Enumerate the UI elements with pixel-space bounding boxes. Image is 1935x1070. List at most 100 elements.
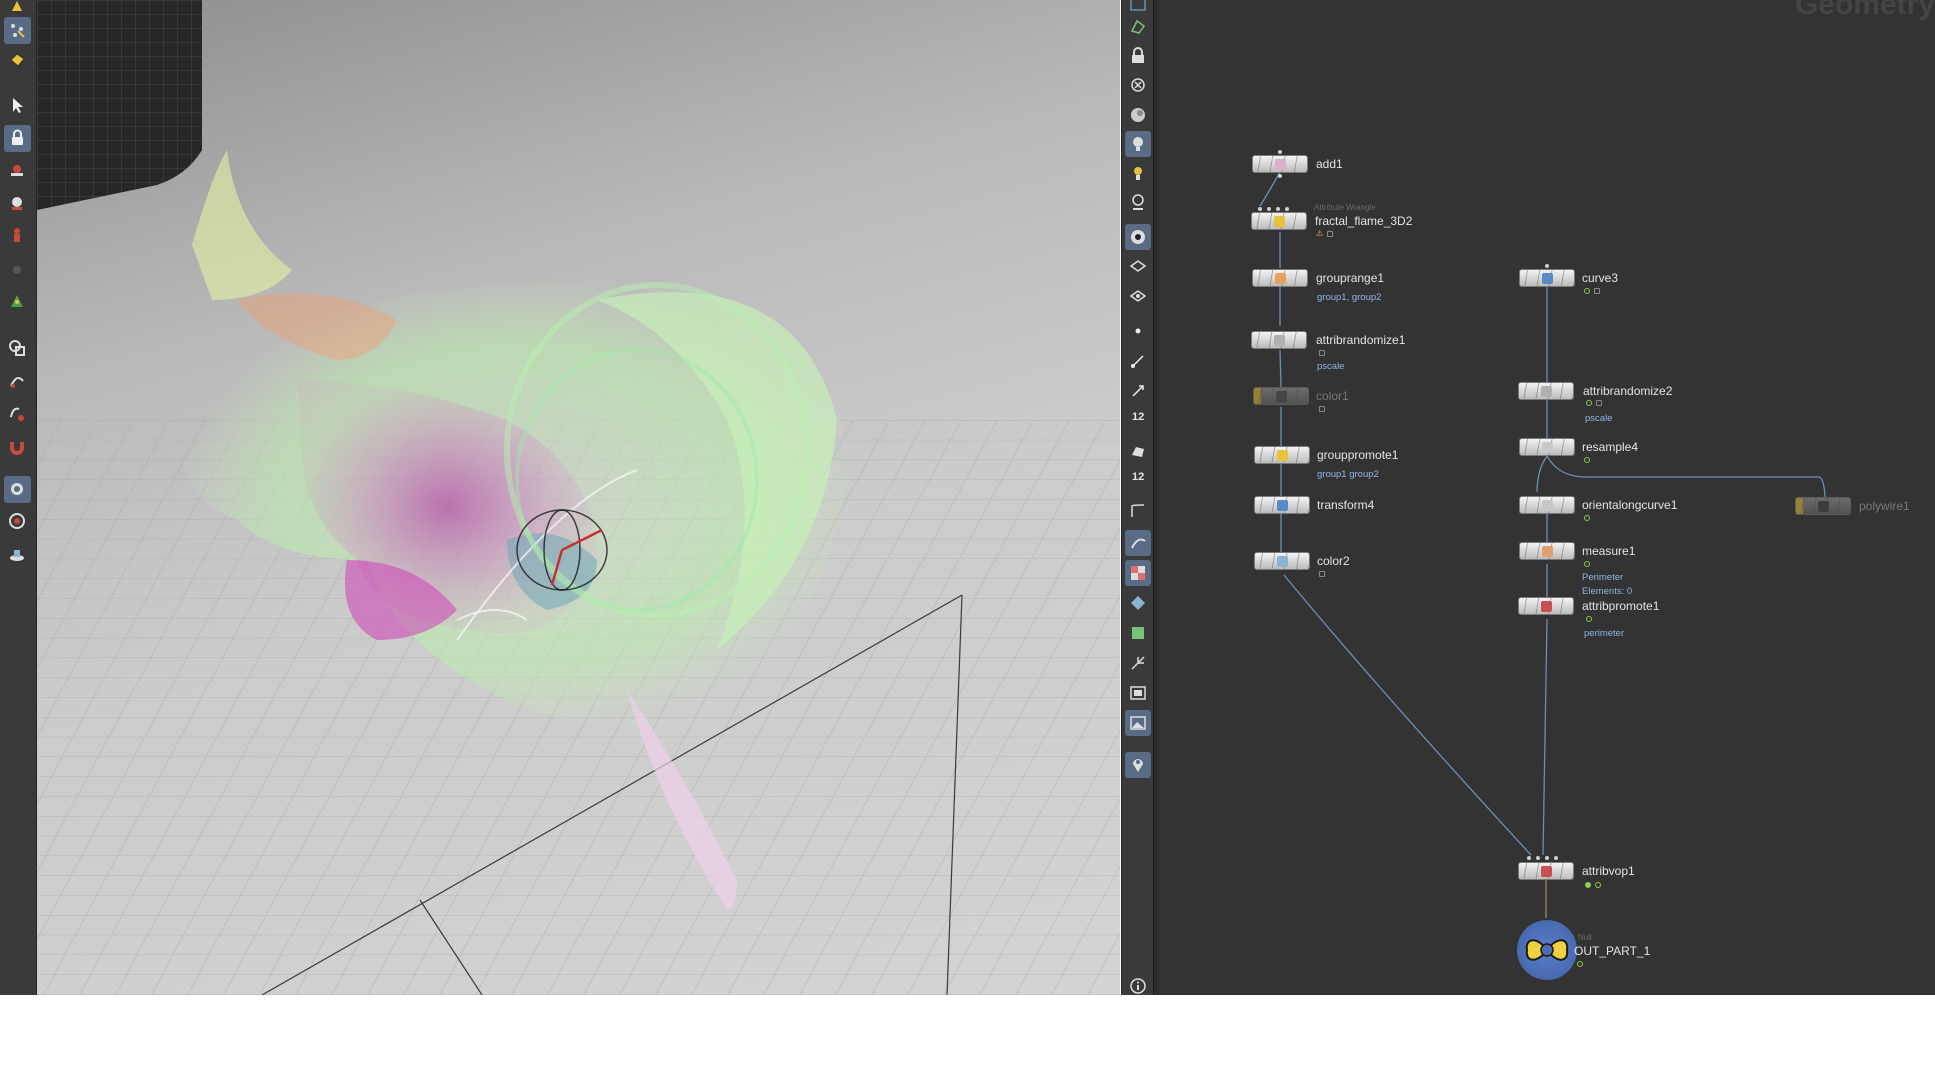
lock-icon [1319, 406, 1325, 412]
node-resample4[interactable] [1519, 438, 1575, 456]
node-type-label: Null [1578, 933, 1592, 942]
diamond-icon[interactable] [1125, 590, 1151, 616]
node-polywire1[interactable] [1795, 497, 1851, 515]
node-comment: Elements: 0 [1582, 586, 1633, 597]
select-arrow-icon[interactable] [4, 92, 31, 119]
node-label: measure1 [1582, 544, 1636, 558]
node-comment: Perimeter [1582, 572, 1624, 583]
node-label: grouppromote1 [1317, 448, 1399, 462]
ghost-icon[interactable] [1125, 102, 1151, 128]
lock-camera-icon[interactable] [1125, 43, 1151, 69]
bulb-icon[interactable] [1125, 160, 1151, 186]
status-ring-icon [1584, 457, 1590, 463]
node-comment: pscale [1585, 413, 1613, 424]
node-type-label: Attribute Wrangle [1314, 203, 1376, 212]
node-label: add1 [1316, 157, 1343, 171]
brush-tool-icon[interactable] [4, 368, 31, 395]
lock-icon [1319, 571, 1325, 577]
axis-icon[interactable] [1125, 650, 1151, 676]
lock-icon [1594, 288, 1600, 294]
lock-selection-icon[interactable] [4, 125, 31, 152]
checker-icon[interactable] [1125, 560, 1151, 586]
pin-icon[interactable] [1125, 752, 1151, 778]
background-grid-plane [37, 0, 202, 210]
uv-icon[interactable] [1125, 620, 1151, 646]
lock-icon [1319, 350, 1325, 356]
node-fractal-flame-3d2[interactable] [1251, 212, 1307, 230]
view-tool-icon[interactable] [4, 190, 31, 217]
tumble-tool-icon[interactable] [4, 288, 31, 315]
node-color1[interactable] [1253, 387, 1309, 405]
shaded-icon[interactable] [1125, 14, 1151, 40]
node-measure1[interactable] [1519, 542, 1575, 560]
network-editor[interactable]: Geometry add1 Attribute Wrangle fractal_… [1159, 0, 1935, 995]
lock-icon [1327, 231, 1333, 237]
node-label: grouprange1 [1316, 271, 1385, 285]
node-grouppromote1[interactable] [1254, 446, 1310, 464]
point-display-icon[interactable] [1125, 318, 1151, 344]
status-ring-icon [1595, 882, 1601, 888]
prim-display-icon[interactable] [1125, 438, 1151, 464]
status-ring-icon [1577, 961, 1583, 967]
scene-viewport[interactable] [37, 0, 1120, 995]
node-attribpromote1[interactable] [1518, 597, 1574, 615]
node-label: transform4 [1317, 498, 1375, 512]
node-attribrandomize2[interactable] [1518, 382, 1574, 400]
node-label: attribpromote1 [1582, 599, 1660, 613]
node-out-part-1[interactable] [1517, 920, 1577, 980]
normal-display-icon[interactable] [1125, 348, 1151, 374]
node-label: attribrandomize1 [1316, 333, 1406, 347]
node-label: OUT_PART_1 [1574, 944, 1651, 958]
display-options-icon[interactable] [1125, 253, 1151, 279]
angle-icon[interactable] [1125, 498, 1151, 524]
status-ring-icon [1586, 400, 1592, 406]
node-curve3[interactable] [1519, 269, 1575, 287]
status-ring-icon [1586, 616, 1592, 622]
frame-icon[interactable] [1125, 680, 1151, 706]
camera-icon[interactable] [4, 476, 31, 503]
node-comment: group1 group2 [1317, 469, 1379, 480]
left-toolbar [0, 0, 37, 995]
close-view-icon[interactable] [1125, 72, 1151, 98]
lamp-icon[interactable] [4, 541, 31, 568]
node-label: orientalongcurve1 [1582, 498, 1678, 512]
grid-snap-icon[interactable] [4, 508, 31, 535]
node-label: attribvop1 [1582, 864, 1635, 878]
node-transform4[interactable] [1254, 496, 1310, 514]
display-toolbar: 12 12 [1121, 0, 1154, 995]
headlight-icon[interactable] [1125, 189, 1151, 215]
node-attribvop1[interactable] [1518, 862, 1574, 880]
node-comment: group1, group2 [1317, 292, 1382, 303]
dim-tool-icon[interactable] [4, 257, 31, 284]
snap-tool-icon[interactable] [4, 222, 31, 249]
image-icon[interactable] [1125, 710, 1151, 736]
node-comment: pscale [1317, 361, 1345, 372]
node-grouprange1[interactable] [1252, 269, 1308, 287]
status-ring-icon [1585, 882, 1591, 888]
point-number-icon[interactable]: 12 [1125, 408, 1151, 434]
magnet-icon[interactable] [4, 434, 31, 461]
status-ring-icon [1584, 515, 1590, 521]
node-label: resample4 [1582, 440, 1639, 454]
node-add1[interactable] [1252, 155, 1308, 173]
node-attribrandomize1[interactable] [1251, 331, 1307, 349]
background-icon[interactable] [1125, 283, 1151, 309]
vector-display-icon[interactable] [1125, 378, 1151, 404]
node-label: fractal_flame_3D2 [1315, 214, 1413, 228]
info-icon[interactable] [1125, 973, 1151, 995]
node-label: curve3 [1582, 271, 1619, 285]
curve-snap-icon[interactable] [4, 400, 31, 427]
snapshot-icon[interactable] [1125, 530, 1151, 556]
select-prims-icon[interactable] [4, 47, 31, 74]
status-ring-icon [1584, 561, 1590, 567]
lock-icon [1596, 400, 1602, 406]
pose-tool-icon[interactable] [4, 158, 31, 185]
measure-tool-icon[interactable] [4, 335, 31, 362]
select-points-icon[interactable] [4, 17, 31, 44]
light-icon[interactable] [1125, 131, 1151, 157]
prim-number-icon[interactable]: 12 [1125, 468, 1151, 494]
camera-view-icon[interactable] [1125, 224, 1151, 250]
status-ring-icon [1584, 288, 1590, 294]
node-color2[interactable] [1254, 552, 1310, 570]
node-orientalongcurve1[interactable] [1519, 496, 1575, 514]
